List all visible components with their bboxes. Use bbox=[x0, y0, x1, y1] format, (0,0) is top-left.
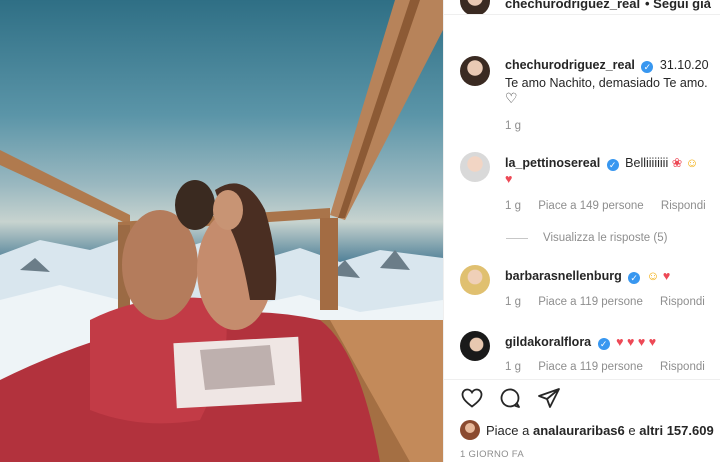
heart-icon[interactable] bbox=[460, 386, 484, 410]
comment-reply-button[interactable]: Rispondi bbox=[660, 296, 705, 308]
liker-username[interactable]: analauraribas6 bbox=[533, 423, 625, 438]
comment-icon[interactable] bbox=[498, 386, 522, 410]
likes-summary: Piace a analauraribas6 e altri 157.609 bbox=[460, 420, 714, 440]
caption-age: 1 g bbox=[505, 120, 521, 132]
caption-heart-icon: ♡ bbox=[505, 90, 518, 106]
liker-avatar[interactable] bbox=[460, 420, 480, 440]
share-icon[interactable] bbox=[537, 386, 561, 410]
heart-eyes-emoji-icon: ☺ bbox=[685, 156, 699, 170]
post-header: chechurodriguez_real • Segui già bbox=[444, 0, 720, 15]
comment-avatar[interactable] bbox=[460, 152, 490, 182]
post-side-panel: chechurodriguez_real • Segui già chechur… bbox=[443, 0, 720, 462]
post-actions bbox=[460, 386, 571, 414]
comment-reply-button[interactable]: Rispondi bbox=[660, 361, 705, 373]
follow-status[interactable]: • Segui già bbox=[645, 0, 711, 11]
comment-avatar[interactable] bbox=[460, 265, 490, 295]
caption-username[interactable]: chechurodriguez_real bbox=[505, 58, 635, 72]
post-photo-scene bbox=[0, 0, 443, 462]
actions-separator bbox=[444, 379, 720, 380]
rose-emoji-icon: ❀ bbox=[671, 156, 683, 170]
comment-likes[interactable]: Piace a 119 persone bbox=[538, 296, 643, 308]
caption-text: Te amo Nachito, demasiado Te amo. bbox=[505, 76, 708, 90]
comment-age: 1 g bbox=[505, 296, 521, 308]
comment-likes[interactable]: Piace a 119 persone bbox=[538, 361, 643, 373]
verified-icon: ✓ bbox=[641, 61, 654, 73]
header-username[interactable]: chechurodriguez_real bbox=[505, 0, 640, 11]
verified-icon: ✓ bbox=[606, 159, 619, 171]
replies-divider bbox=[506, 238, 528, 239]
view-replies-link[interactable]: Visualizza le risposte (5) bbox=[543, 232, 667, 244]
post-time[interactable]: 1 GIORNO FA bbox=[460, 449, 524, 460]
comment-age: 1 g bbox=[505, 361, 521, 373]
red-heart-icon: ♥ bbox=[505, 172, 513, 186]
header-avatar[interactable] bbox=[460, 0, 490, 14]
comment-username[interactable]: gildakoralflora bbox=[505, 335, 591, 349]
post-photo[interactable] bbox=[0, 0, 443, 462]
caption-avatar[interactable] bbox=[460, 56, 490, 86]
comment-reply-button[interactable]: Rispondi bbox=[661, 200, 706, 212]
red-heart-icon: ♥ bbox=[662, 269, 671, 283]
comment-avatar[interactable] bbox=[460, 331, 490, 361]
caption-date: 31.10.20 bbox=[659, 58, 709, 72]
comment-username[interactable]: barbarasnellenburg bbox=[505, 269, 622, 283]
verified-icon: ✓ bbox=[597, 338, 610, 350]
comment-username[interactable]: la_pettinosereal bbox=[505, 156, 600, 170]
likes-middle: e bbox=[624, 423, 640, 438]
verified-icon: ✓ bbox=[628, 272, 641, 284]
hearts-emoji-icon: ♥ ♥ ♥ ♥ bbox=[616, 335, 657, 349]
heart-eyes-emoji-icon: ☺ bbox=[646, 269, 660, 283]
likes-prefix: Piace a bbox=[486, 423, 533, 438]
comment-likes[interactable]: Piace a 149 persone bbox=[538, 200, 644, 212]
likes-others-count[interactable]: altri 157.609 bbox=[639, 423, 713, 438]
comment-text: Belliiiiiiii bbox=[625, 156, 669, 170]
comment-age: 1 g bbox=[505, 200, 521, 212]
